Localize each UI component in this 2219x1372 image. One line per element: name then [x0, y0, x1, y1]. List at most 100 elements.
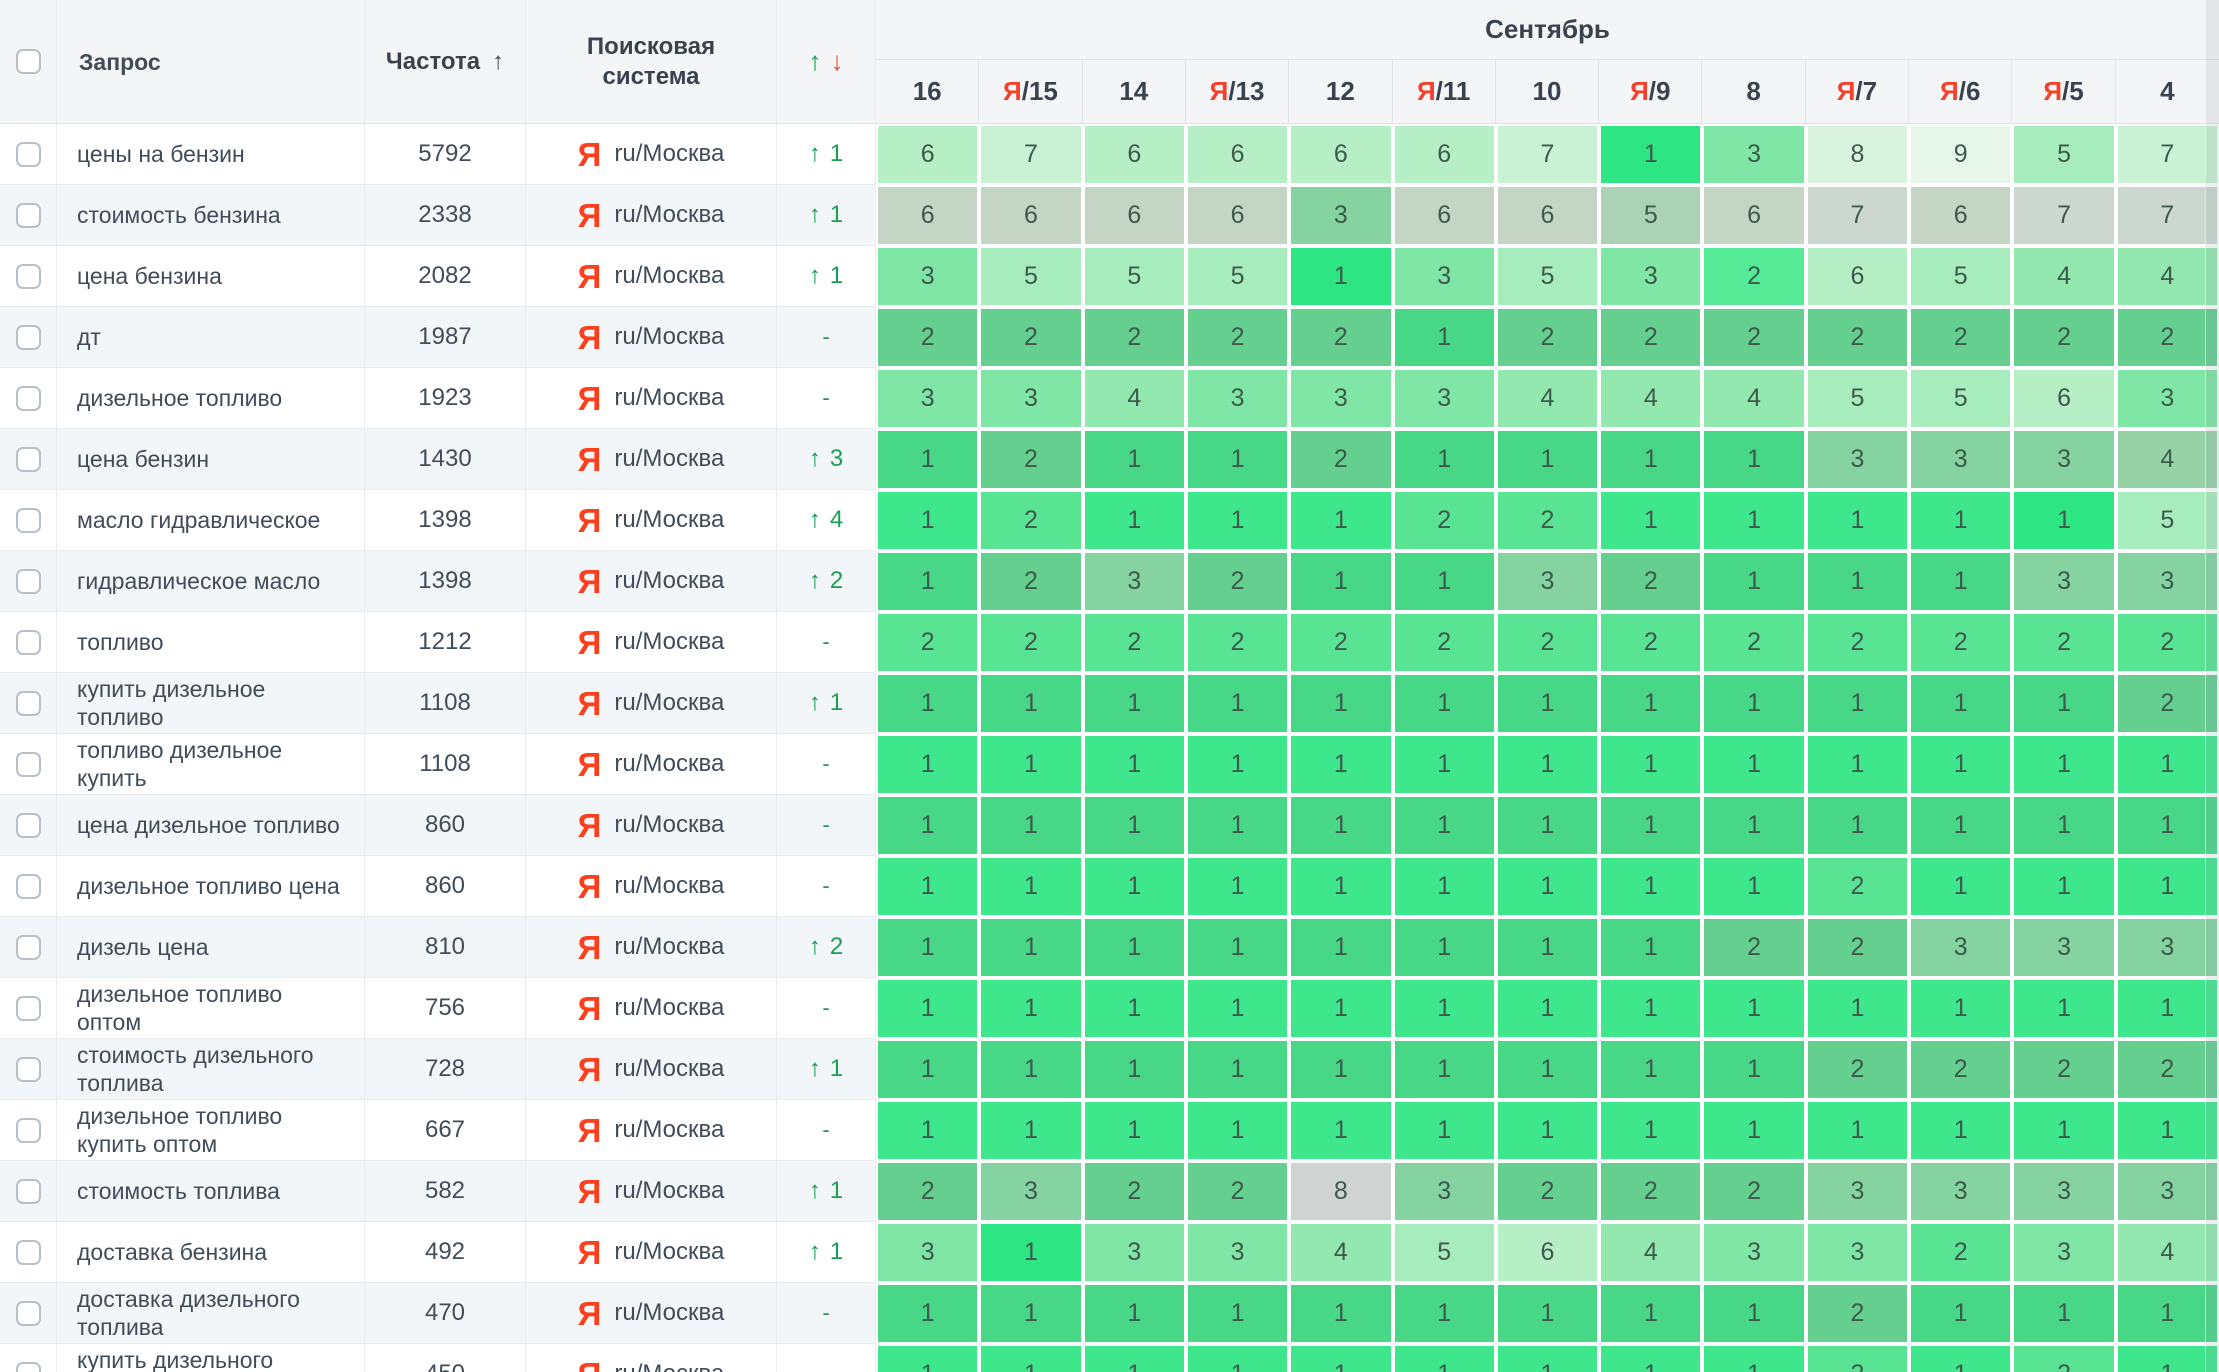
position-cell[interactable]: 6 — [1496, 1222, 1599, 1283]
position-cell[interactable]: 1 — [1289, 978, 1392, 1039]
position-cell[interactable]: 1 — [1496, 734, 1599, 795]
position-cell[interactable]: 5 — [2012, 124, 2115, 185]
position-cell[interactable]: 1 — [1702, 795, 1805, 856]
position-cell[interactable]: 3 — [1806, 1161, 1909, 1222]
position-cell[interactable]: 6 — [1806, 246, 1909, 307]
position-cell[interactable]: 1 — [979, 978, 1082, 1039]
position-cell[interactable]: 1 — [1186, 917, 1289, 978]
position-cell[interactable]: 1 — [2012, 490, 2115, 551]
position-cell[interactable]: 1 — [979, 856, 1082, 917]
position-cell[interactable]: 1 — [1806, 978, 1909, 1039]
position-cell[interactable]: 1 — [2116, 795, 2219, 856]
position-cell[interactable]: 1 — [1496, 1039, 1599, 1100]
position-cell[interactable]: 1 — [1806, 795, 1909, 856]
row-checkbox[interactable] — [16, 569, 41, 594]
query-cell[interactable]: доставка бензина — [57, 1222, 365, 1283]
position-cell[interactable]: 1 — [1083, 429, 1186, 490]
position-cell[interactable]: 6 — [1496, 185, 1599, 246]
position-cell[interactable]: 6 — [876, 185, 979, 246]
query-cell[interactable]: цена бензина — [57, 246, 365, 307]
query-cell[interactable]: масло гидравлическое — [57, 490, 365, 551]
position-cell[interactable]: 2 — [1599, 612, 1702, 673]
position-cell[interactable]: 2 — [876, 307, 979, 368]
query-cell[interactable]: цена бензин — [57, 429, 365, 490]
position-cell[interactable]: 1 — [1496, 856, 1599, 917]
position-cell[interactable]: 4 — [1599, 368, 1702, 429]
position-cell[interactable]: 1 — [2116, 734, 2219, 795]
position-cell[interactable]: 2 — [1702, 246, 1805, 307]
position-cell[interactable]: 1 — [2012, 1100, 2115, 1161]
position-cell[interactable]: 4 — [1599, 1222, 1702, 1283]
position-cell[interactable]: 3 — [2012, 917, 2115, 978]
position-cell[interactable]: 1 — [1702, 856, 1805, 917]
position-cell[interactable]: 1 — [1186, 795, 1289, 856]
position-cell[interactable]: 9 — [1909, 124, 2012, 185]
position-cell[interactable]: 1 — [1393, 1100, 1496, 1161]
position-cell[interactable]: 1 — [1289, 1039, 1392, 1100]
row-checkbox[interactable] — [16, 1118, 41, 1143]
position-cell[interactable]: 1 — [876, 978, 979, 1039]
position-cell[interactable]: 1 — [1186, 673, 1289, 734]
position-cell[interactable]: 3 — [1289, 368, 1392, 429]
position-cell[interactable]: 1 — [2012, 795, 2115, 856]
position-cell[interactable]: 1 — [1496, 1283, 1599, 1344]
position-cell[interactable]: 1 — [1393, 978, 1496, 1039]
position-cell[interactable]: 2 — [1289, 612, 1392, 673]
position-cell[interactable]: 3 — [2116, 917, 2219, 978]
position-cell[interactable]: 3 — [1083, 1222, 1186, 1283]
position-cell[interactable]: 1 — [1702, 429, 1805, 490]
row-checkbox[interactable] — [16, 1362, 41, 1372]
position-cell[interactable]: 1 — [1909, 795, 2012, 856]
position-cell[interactable]: 1 — [876, 1283, 979, 1344]
position-cell[interactable]: 3 — [979, 1161, 1082, 1222]
position-cell[interactable]: 4 — [2116, 246, 2219, 307]
query-cell[interactable]: топливо дизельное купить — [57, 734, 365, 795]
position-cell[interactable]: 1 — [876, 1100, 979, 1161]
query-cell[interactable]: цена дизельное топливо — [57, 795, 365, 856]
position-cell[interactable]: 1 — [1909, 673, 2012, 734]
position-cell[interactable]: 2 — [1806, 856, 1909, 917]
position-cell[interactable]: 1 — [1909, 1283, 2012, 1344]
position-cell[interactable]: 1 — [1806, 673, 1909, 734]
position-cell[interactable]: 1 — [1599, 124, 1702, 185]
position-cell[interactable]: 2 — [1702, 1161, 1805, 1222]
position-cell[interactable]: 1 — [876, 1344, 979, 1372]
query-cell[interactable]: стоимость топлива — [57, 1161, 365, 1222]
row-checkbox[interactable] — [16, 1240, 41, 1265]
position-cell[interactable]: 1 — [1289, 551, 1392, 612]
position-cell[interactable]: 3 — [1909, 429, 2012, 490]
position-cell[interactable]: 3 — [1186, 1222, 1289, 1283]
position-cell[interactable]: 3 — [1702, 1222, 1805, 1283]
position-cell[interactable]: 7 — [2012, 185, 2115, 246]
row-checkbox[interactable] — [16, 935, 41, 960]
position-cell[interactable]: 1 — [1599, 734, 1702, 795]
position-cell[interactable]: 1 — [1702, 1344, 1805, 1372]
position-cell[interactable]: 1 — [1599, 1344, 1702, 1372]
position-cell[interactable]: 1 — [2116, 1344, 2219, 1372]
position-cell[interactable]: 1 — [1393, 734, 1496, 795]
position-cell[interactable]: 3 — [2116, 551, 2219, 612]
position-cell[interactable]: 5 — [1083, 246, 1186, 307]
position-cell[interactable]: 1 — [979, 1039, 1082, 1100]
position-cell[interactable]: 1 — [1083, 1344, 1186, 1372]
position-cell[interactable]: 1 — [1186, 978, 1289, 1039]
position-cell[interactable]: 1 — [1702, 978, 1805, 1039]
position-cell[interactable]: 1 — [1806, 551, 1909, 612]
position-cell[interactable]: 1 — [979, 1222, 1082, 1283]
position-cell[interactable]: 5 — [979, 246, 1082, 307]
position-cell[interactable]: 2 — [1909, 1039, 2012, 1100]
position-cell[interactable]: 6 — [876, 124, 979, 185]
position-cell[interactable]: 2 — [1186, 1161, 1289, 1222]
row-checkbox[interactable] — [16, 1179, 41, 1204]
position-cell[interactable]: 2 — [2116, 612, 2219, 673]
position-cell[interactable]: 2 — [2012, 307, 2115, 368]
position-cell[interactable]: 1 — [1702, 490, 1805, 551]
position-cell[interactable]: 3 — [1909, 1161, 2012, 1222]
position-cell[interactable]: 1 — [1599, 978, 1702, 1039]
position-cell[interactable]: 1 — [1702, 1283, 1805, 1344]
position-cell[interactable]: 1 — [1702, 1039, 1805, 1100]
query-cell[interactable]: доставка дизельного топлива — [57, 1283, 365, 1344]
position-cell[interactable]: 2 — [1496, 1161, 1599, 1222]
position-cell[interactable]: 1 — [1393, 1283, 1496, 1344]
position-cell[interactable]: 4 — [1496, 368, 1599, 429]
